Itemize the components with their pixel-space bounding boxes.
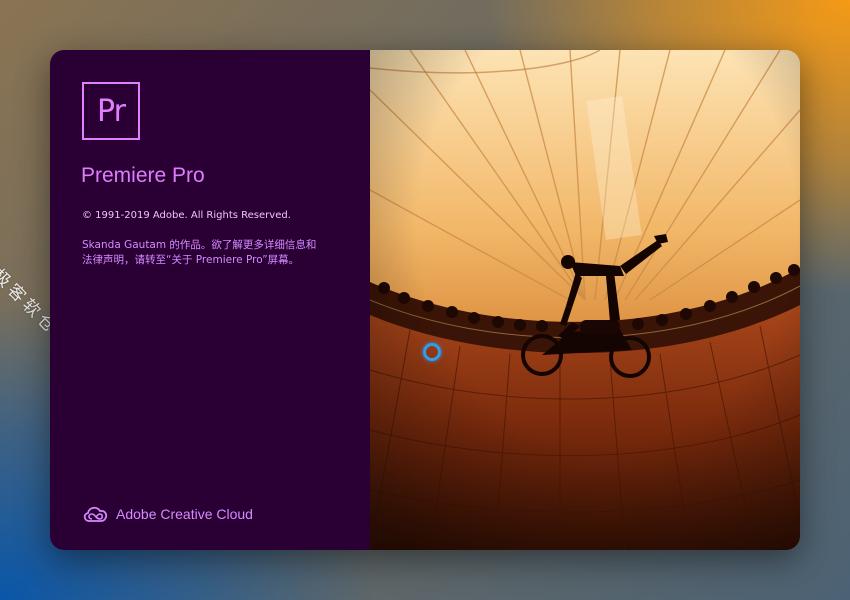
splash-artwork: [370, 50, 800, 550]
copyright-text: © 1991-2019 Adobe. All Rights Reserved.: [82, 210, 291, 221]
premiere-pro-icon: Pr: [82, 82, 140, 140]
busy-spinner-icon: [423, 343, 441, 361]
splash-screen: Pr Premiere Pro © 1991-2019 Adobe. All R…: [50, 50, 800, 550]
artwork-credit: Skanda Gautam 的作品。欲了解更多详细信息和 法律声明，请转至“关于…: [82, 238, 352, 268]
artwork-image: [370, 50, 800, 550]
app-name: Premiere Pro: [81, 164, 205, 187]
creative-cloud-icon: [83, 506, 108, 522]
creative-cloud-footer: Adobe Creative Cloud: [82, 504, 253, 524]
creative-cloud-label: Adobe Creative Cloud: [116, 506, 253, 522]
credit-line-1: Skanda Gautam 的作品。欲了解更多详细信息和: [82, 239, 317, 251]
credit-line-2: 法律声明，请转至“关于 Premiere Pro”屏幕。: [82, 254, 300, 266]
info-panel: Pr Premiere Pro © 1991-2019 Adobe. All R…: [50, 50, 370, 550]
